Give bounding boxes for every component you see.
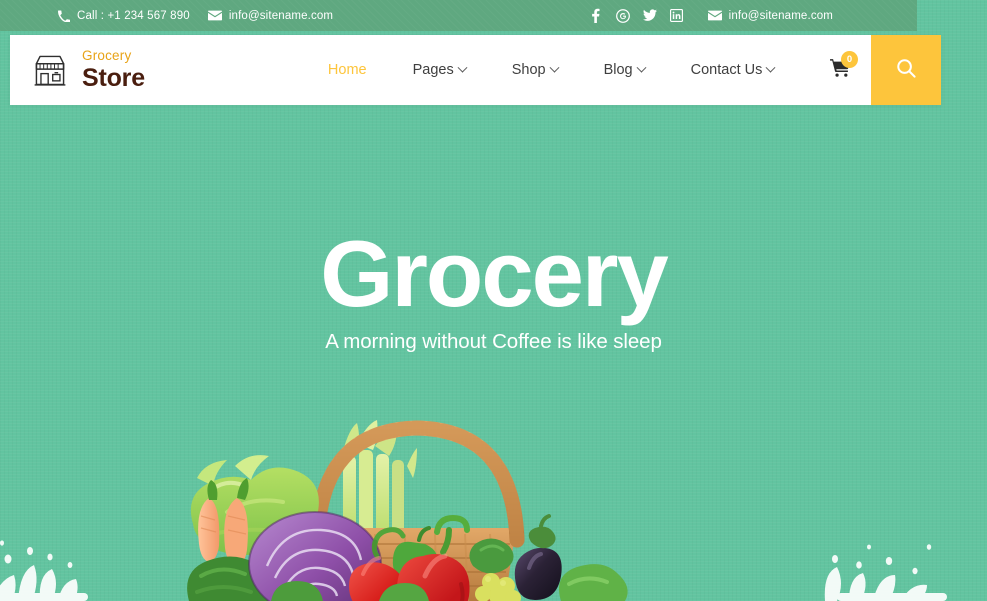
nav-label-blog: Blog [603,62,633,78]
chevron-down-icon [636,62,647,73]
water-splash-left [0,531,132,601]
site-header: Grocery Store Home Pages Shop Blog Conta… [10,35,941,105]
chevron-down-icon [765,62,776,73]
topbar-contact-group: Call : +1 234 567 890 info@sitename.com [58,10,333,22]
cart-count-badge: 0 [841,51,858,68]
logo-line-2: Store [82,63,145,92]
nav-item-home[interactable]: Home [305,62,390,78]
nav-label-home: Home [327,62,367,78]
search-icon [896,58,917,82]
nav-item-blog[interactable]: Blog [581,62,668,78]
envelope-icon [207,10,222,21]
nav-label-contact-us: Contact Us [690,62,763,78]
envelope-icon [707,10,722,21]
hero-section: Grocery A morning without Coffee is like… [0,105,987,601]
site-logo[interactable]: Grocery Store [30,49,145,91]
water-splash-right [797,539,947,601]
hero-title: Grocery [320,221,669,326]
phone-label: Call : +1 234 567 890 [77,9,190,22]
nav-item-contact-us[interactable]: Contact Us [668,62,798,78]
email-contact-left[interactable]: info@sitename.com [207,9,334,22]
top-info-bar: Call : +1 234 567 890 info@sitename.com [0,0,917,31]
nav-item-shop[interactable]: Shop [489,62,581,78]
store-icon [30,51,70,89]
vegetable-basket-image [175,416,675,601]
google-plus-icon[interactable] [615,8,630,23]
page-root: Call : +1 234 567 890 info@sitename.com [0,0,987,601]
email-label-left: info@sitename.com [228,9,334,22]
logo-text: Grocery Store [82,49,145,91]
linkedin-icon[interactable] [670,9,684,23]
search-button[interactable] [871,35,941,105]
facebook-icon[interactable] [589,8,603,23]
chevron-down-icon [549,62,560,73]
main-navigation: Home Pages Shop Blog Contact Us [305,62,797,78]
nav-label-shop: Shop [511,62,546,78]
email-contact-right[interactable]: info@sitename.com [707,9,833,22]
header-actions: 0 [809,35,941,105]
email-label-right: info@sitename.com [728,9,833,22]
hero-subtitle: A morning without Coffee is like sleep [325,330,662,353]
nav-label-pages: Pages [412,62,454,78]
twitter-icon[interactable] [642,9,657,23]
cart-button[interactable]: 0 [809,35,871,105]
topbar-social-group: info@sitename.com [589,8,833,23]
phone-contact[interactable]: Call : +1 234 567 890 [58,10,190,22]
logo-line-1: Grocery [82,48,132,64]
chevron-down-icon [457,62,468,73]
social-links [589,8,684,23]
nav-item-pages[interactable]: Pages [390,62,489,78]
phone-icon [58,10,70,22]
